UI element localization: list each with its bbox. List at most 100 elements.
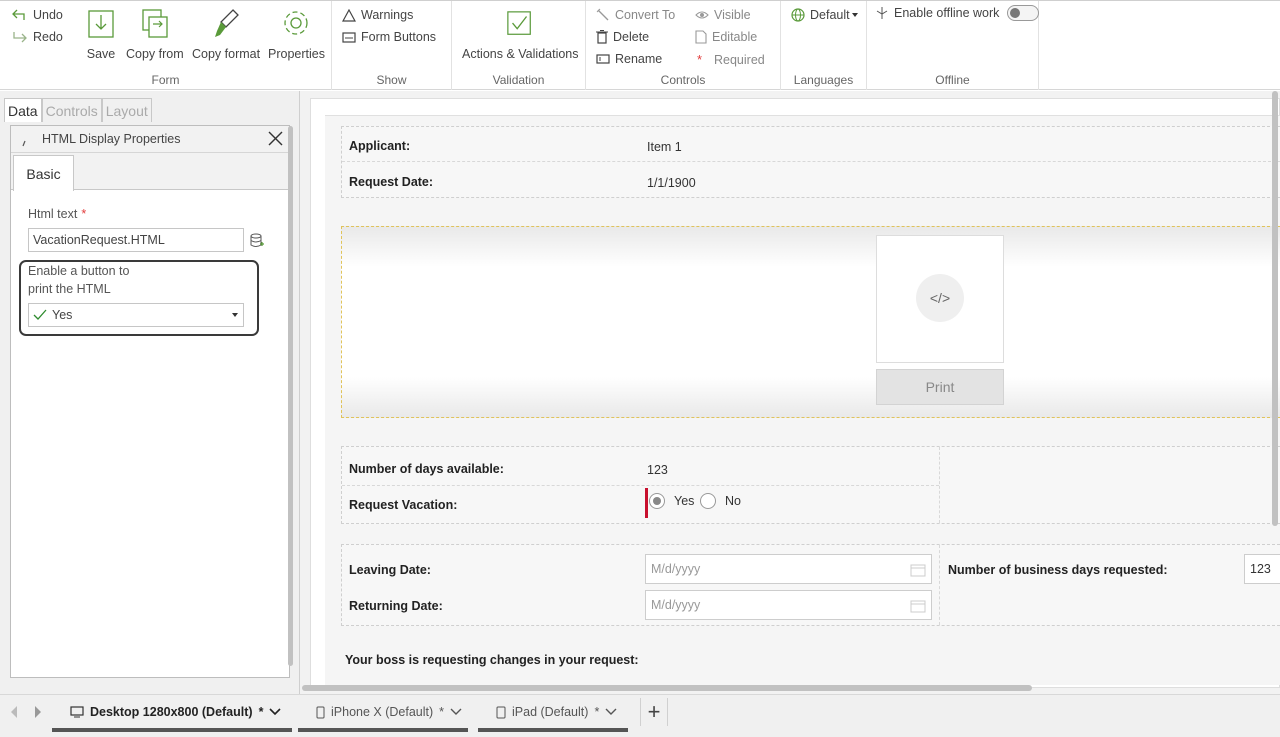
code-icon: </> (916, 274, 964, 322)
redo-button[interactable]: Redo (12, 30, 63, 44)
visible-button[interactable]: Visible (695, 8, 751, 22)
required-button[interactable]: * Required (697, 52, 765, 67)
device-tab-iphone-label: iPhone X (Default) (331, 705, 434, 719)
chevron-down-icon (450, 708, 462, 715)
ribbon-group-validation: Actions & Validations Validation (452, 1, 586, 90)
horizontal-scrollbar[interactable] (302, 685, 1032, 691)
device-tab-ipad[interactable]: iPad (Default) * (478, 695, 628, 732)
required-label: Required (714, 52, 765, 67)
language-label: Default (810, 8, 850, 22)
device-tab-desktop-label: Desktop 1280x800 (Default) (90, 705, 253, 719)
properties-window-title: HTML Display Properties (42, 132, 181, 146)
save-icon (88, 10, 114, 38)
editable-button[interactable]: Editable (695, 30, 757, 44)
panel-scrollbar[interactable] (288, 126, 293, 666)
print-option-label-2: print the HTML (28, 282, 111, 296)
device-tab-bar: Desktop 1280x800 (Default) * iPhone X (D… (0, 694, 1280, 737)
returning-date-input[interactable]: M/d/yyyy (645, 590, 932, 620)
panel-tabs: Data Controls Layout (4, 98, 152, 122)
row-divider (342, 161, 1280, 162)
chevron-down-icon (851, 13, 858, 17)
group-label-form: Form (151, 73, 180, 87)
copy-from-icon (142, 9, 168, 38)
business-days-input[interactable]: 123 (1244, 554, 1280, 584)
ribbon-group-controls: Convert To Delete Rename Visible Editabl… (586, 1, 781, 90)
group-label-validation: Validation (492, 73, 545, 87)
tab-basic[interactable]: Basic (13, 155, 74, 191)
edit-icon (22, 140, 26, 147)
radio-yes[interactable] (649, 493, 665, 509)
modified-mark: * (258, 705, 264, 719)
html-text-input[interactable]: VacationRequest.HTML (28, 228, 244, 252)
wand-icon (596, 8, 609, 21)
calendar-icon[interactable] (910, 599, 926, 613)
leaving-date-input[interactable]: M/d/yyyy (645, 554, 932, 584)
copy-from-label: Copy from (126, 47, 184, 61)
redo-label: Redo (33, 30, 63, 44)
properties-tabs: Basic (11, 153, 289, 191)
copy-format-label: Copy format (192, 47, 261, 61)
rename-icon (596, 54, 610, 64)
active-tab-underline (52, 728, 292, 732)
form-body: Applicant: Item 1 Request Date: 1/1/1900… (325, 115, 1280, 685)
arrow-left-icon[interactable] (9, 705, 19, 719)
undo-label: Undo (33, 8, 63, 22)
form-buttons-button[interactable]: Form Buttons (342, 30, 436, 44)
gear-icon (284, 11, 309, 35)
html-display-control[interactable]: </> Print (341, 226, 1280, 418)
offline-label: Enable offline work (894, 6, 1000, 20)
modified-mark: * (594, 705, 600, 719)
actions-validations-button[interactable]: Actions & Validations (462, 7, 579, 61)
chevron-down-icon (232, 313, 238, 317)
arrow-right-icon[interactable] (33, 705, 43, 719)
offline-toggle[interactable] (1007, 5, 1040, 21)
save-label: Save (86, 47, 116, 61)
chevron-down-icon (605, 708, 617, 715)
copy-from-button[interactable]: Copy from (126, 7, 184, 61)
radio-no[interactable] (700, 493, 716, 509)
vertical-scrollbar[interactable] (1272, 91, 1278, 526)
toggle-knob (1010, 8, 1021, 18)
returning-date-placeholder: M/d/yyyy (651, 598, 701, 612)
print-option-value: Yes (52, 308, 73, 322)
tab-data[interactable]: Data (4, 98, 42, 122)
properties-button[interactable]: Properties (268, 7, 325, 61)
form-buttons-label: Form Buttons (361, 30, 437, 44)
calendar-icon[interactable] (910, 563, 926, 577)
language-dropdown[interactable]: Default (791, 8, 858, 22)
returning-date-label: Returning Date: (349, 599, 443, 613)
chevron-down-icon (269, 708, 282, 716)
leaving-date-label: Leaving Date: (349, 563, 431, 577)
boss-changes-label: Your boss is requesting changes in your … (345, 653, 639, 667)
offline-toggle-row: Enable offline work (875, 5, 1040, 21)
vacation-section: Number of days available: 123 Request Va… (341, 446, 1280, 524)
delete-button[interactable]: Delete (596, 30, 649, 44)
copy-format-button[interactable]: Copy format (192, 7, 260, 61)
device-tab-iphone[interactable]: iPhone X (Default) * (298, 695, 468, 732)
save-button[interactable]: Save (86, 7, 116, 61)
properties-window: HTML Display Properties Basic Html text *… (10, 125, 290, 678)
tab-controls[interactable]: Controls (41, 98, 102, 122)
print-option-select[interactable]: Yes (28, 303, 244, 327)
ribbon-group-form: Undo Redo Save Copy from Copy format Pro… (0, 1, 332, 90)
tab-underline (478, 728, 628, 732)
applicant-value: Item 1 (647, 140, 682, 154)
group-label-offline: Offline (935, 73, 970, 87)
globe-icon (791, 8, 805, 22)
print-button[interactable]: Print (876, 369, 1004, 405)
edit-doc-icon (695, 30, 707, 44)
rename-button[interactable]: Rename (596, 52, 662, 66)
add-device-button[interactable]: + (640, 698, 668, 726)
close-icon[interactable] (266, 129, 285, 148)
delete-label: Delete (613, 30, 650, 44)
html-text-label: Html text * (28, 207, 86, 221)
warnings-button[interactable]: Warnings (342, 8, 413, 22)
convert-to-button[interactable]: Convert To (596, 8, 675, 22)
business-days-value: 123 (1250, 562, 1271, 576)
request-date-value: 1/1/1900 (647, 176, 696, 190)
device-tab-desktop[interactable]: Desktop 1280x800 (Default) * (52, 695, 292, 732)
warning-icon (342, 8, 356, 22)
undo-button[interactable]: Undo (12, 8, 63, 22)
tab-layout[interactable]: Layout (101, 98, 152, 122)
database-icon[interactable] (250, 233, 264, 249)
